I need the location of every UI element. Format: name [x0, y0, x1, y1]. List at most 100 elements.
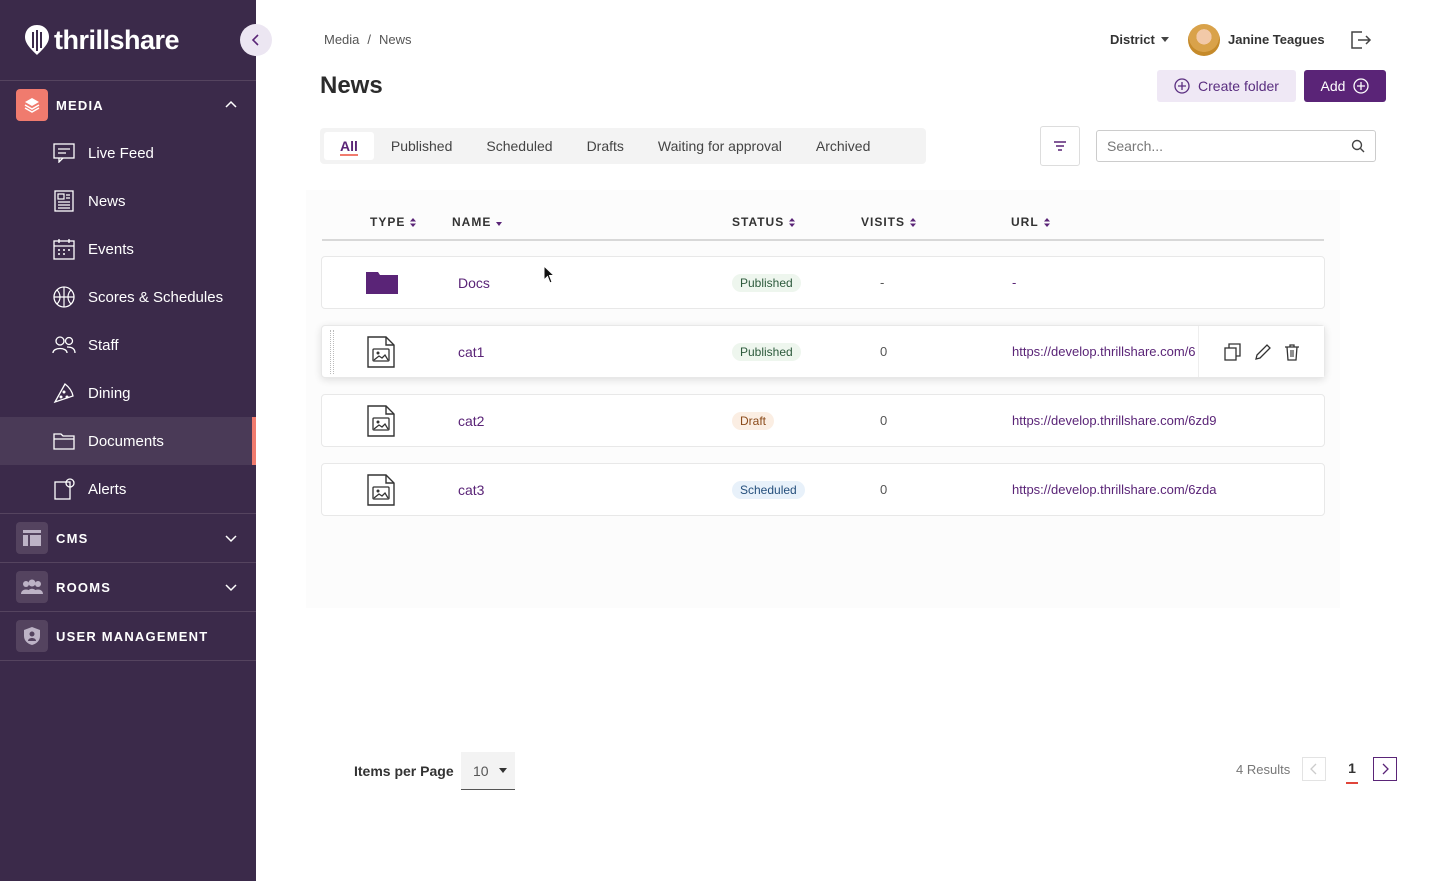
- results-count: 4 Results: [1236, 762, 1291, 777]
- section-label: CMS: [56, 530, 89, 546]
- column-header-type[interactable]: TYPE: [370, 215, 417, 229]
- breadcrumb-news: News: [379, 32, 412, 47]
- ball-icon: [52, 285, 76, 309]
- filter-button[interactable]: [1040, 126, 1080, 166]
- shield-icon: [16, 620, 48, 652]
- section-user-management[interactable]: USER MANAGEMENT: [0, 612, 256, 660]
- items-per-page-select[interactable]: 10: [461, 752, 515, 790]
- search-input[interactable]: [1107, 138, 1351, 154]
- tab-archived[interactable]: Archived: [799, 132, 887, 160]
- caret-down-icon: [1160, 37, 1169, 42]
- staff-icon: [52, 333, 76, 357]
- items-per-page-value: 10: [473, 762, 489, 779]
- section-cms[interactable]: CMS: [0, 514, 256, 562]
- sort-icon: [910, 217, 917, 227]
- row-name[interactable]: cat3: [458, 464, 484, 515]
- filter-icon: [1054, 141, 1066, 151]
- sidebar-item-staff[interactable]: Staff: [0, 321, 256, 369]
- column-header-status[interactable]: STATUS: [732, 215, 796, 229]
- live-feed-icon: [52, 141, 76, 165]
- column-label: TYPE: [370, 215, 406, 229]
- column-header-url[interactable]: URL: [1011, 215, 1050, 229]
- sidebar-item-documents[interactable]: Documents: [0, 417, 256, 465]
- sidebar-item-label: Dining: [88, 384, 131, 402]
- column-label: URL: [1011, 215, 1039, 229]
- caret-down-icon: [498, 768, 507, 773]
- newspaper-icon: [52, 189, 76, 213]
- create-folder-button[interactable]: Create folder: [1157, 70, 1296, 102]
- page-title: News: [320, 72, 383, 99]
- sidebar-item-events[interactable]: Events: [0, 225, 256, 273]
- breadcrumb-media[interactable]: Media: [324, 32, 359, 47]
- section-rooms[interactable]: ROOMS: [0, 563, 256, 611]
- table-row[interactable]: Docs Published - -: [321, 256, 1325, 309]
- thrillshare-logo-icon: [25, 25, 49, 55]
- chevron-up-icon: [225, 100, 237, 108]
- table-row[interactable]: cat2 Draft 0 https://develop.thrillshare…: [321, 394, 1325, 447]
- tab-drafts[interactable]: Drafts: [570, 132, 641, 160]
- edit-icon[interactable]: [1254, 343, 1272, 361]
- user-name[interactable]: Janine Teagues: [1228, 32, 1325, 47]
- row-name[interactable]: cat2: [458, 395, 484, 446]
- row-name[interactable]: Docs: [458, 257, 490, 308]
- table-row[interactable]: cat1 Published 0 https://develop.thrills…: [321, 325, 1325, 378]
- sidebar-item-label: Live Feed: [88, 144, 154, 162]
- sort-desc-icon: [496, 221, 503, 226]
- drag-handle-icon[interactable]: [330, 330, 334, 374]
- chevron-down-icon: [225, 535, 237, 543]
- sidebar-divider: [0, 660, 256, 661]
- sidebar-item-live-feed[interactable]: Live Feed: [0, 129, 256, 177]
- row-name[interactable]: cat1: [458, 326, 484, 377]
- status-cell: Scheduled: [732, 464, 805, 515]
- section-media[interactable]: MEDIA: [0, 81, 256, 129]
- chevron-right-icon: [1382, 763, 1389, 775]
- sort-icon: [789, 217, 796, 227]
- folder-icon: [366, 257, 398, 308]
- tab-waiting-for-approval[interactable]: Waiting for approval: [641, 132, 799, 160]
- search-box: [1096, 130, 1376, 162]
- items-per-page-label: Items per Page: [354, 763, 454, 779]
- tab-all[interactable]: All: [324, 132, 374, 160]
- status-badge: Scheduled: [732, 480, 805, 499]
- sidebar-item-label: Documents: [88, 432, 164, 450]
- url-link[interactable]: https://develop.thrillshare.com/6zd9: [1012, 395, 1217, 446]
- logo[interactable]: thrillshare: [24, 22, 180, 58]
- sidebar-item-label: Staff: [88, 336, 119, 354]
- chevron-left-icon: [251, 34, 259, 46]
- column-header-visits[interactable]: VISITS: [861, 215, 917, 229]
- mouse-cursor-icon: [543, 265, 556, 284]
- status-badge: Published: [732, 273, 801, 292]
- avatar[interactable]: [1188, 24, 1220, 56]
- url-link[interactable]: https://develop.thrillshare.com/6: [1012, 326, 1196, 377]
- logout-icon[interactable]: [1348, 28, 1372, 52]
- sidebar-item-scores-schedules[interactable]: Scores & Schedules: [0, 273, 256, 321]
- page-number[interactable]: 1: [1340, 760, 1364, 784]
- breadcrumb-separator: /: [367, 32, 372, 47]
- url-link[interactable]: https://develop.thrillshare.com/6zda: [1012, 464, 1217, 515]
- trash-icon[interactable]: [1284, 343, 1300, 361]
- column-label: VISITS: [861, 215, 906, 229]
- sidebar-item-alerts[interactable]: Alerts: [0, 465, 256, 513]
- previous-page-button[interactable]: [1302, 757, 1326, 781]
- next-page-button[interactable]: [1373, 757, 1397, 781]
- district-dropdown[interactable]: District: [1110, 32, 1169, 47]
- column-label: STATUS: [732, 215, 785, 229]
- image-file-icon: [367, 395, 395, 446]
- add-button[interactable]: Add: [1304, 70, 1386, 102]
- image-file-icon: [367, 464, 395, 515]
- column-header-name[interactable]: NAME: [452, 215, 503, 229]
- layout-icon: [16, 522, 48, 554]
- sidebar-item-dining[interactable]: Dining: [0, 369, 256, 417]
- search-icon[interactable]: [1351, 139, 1365, 153]
- sidebar-item-news[interactable]: News: [0, 177, 256, 225]
- table-row[interactable]: cat3 Scheduled 0 https://develop.thrills…: [321, 463, 1325, 516]
- logo-text: thrillshare: [54, 24, 180, 55]
- tab-scheduled[interactable]: Scheduled: [469, 132, 569, 160]
- status-cell: Published: [732, 326, 801, 377]
- calendar-icon: [52, 237, 76, 261]
- collapse-sidebar-button[interactable]: [240, 24, 272, 56]
- pizza-icon: [52, 381, 76, 405]
- tab-published[interactable]: Published: [374, 132, 470, 160]
- column-label: NAME: [452, 215, 492, 229]
- duplicate-icon[interactable]: [1223, 342, 1242, 361]
